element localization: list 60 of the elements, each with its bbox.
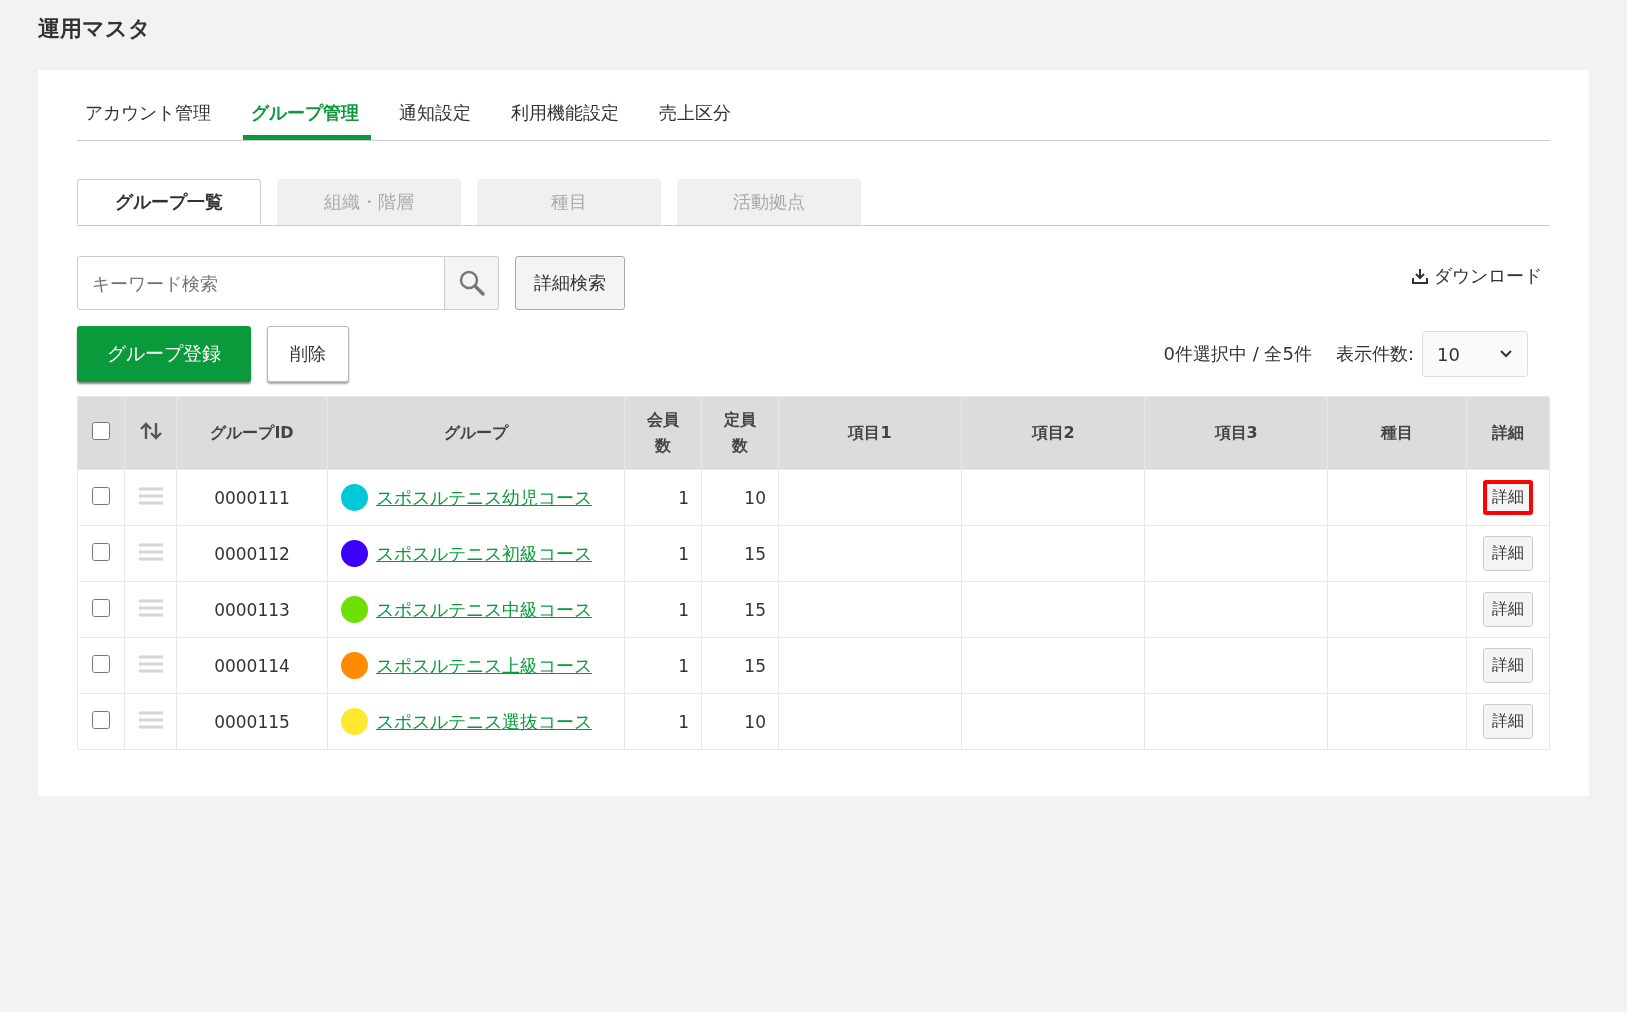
column-header: 種目 xyxy=(1381,422,1414,442)
search-field[interactable]: キーワード検索 xyxy=(77,256,445,310)
table-cell: 1 xyxy=(678,487,689,508)
tab[interactable]: 利用機能設定 xyxy=(503,70,631,140)
table-cell: 10 xyxy=(744,711,766,732)
table-cell: 1 xyxy=(678,711,689,732)
page-size-label: 表示件数: xyxy=(1335,342,1414,366)
page-size-select[interactable]: 10 xyxy=(1422,331,1528,377)
page-title: 運用マスタ xyxy=(38,15,152,43)
search-button[interactable] xyxy=(445,256,499,310)
sort-icon[interactable] xyxy=(138,421,163,441)
drag-handle-icon[interactable] xyxy=(138,710,163,729)
table-cell: 10 xyxy=(744,487,766,508)
drag-handle-icon[interactable] xyxy=(138,654,163,673)
column-header: 項目2 xyxy=(1031,422,1075,442)
tab[interactable]: 売上区分 xyxy=(651,70,743,140)
select-all-checkbox[interactable] xyxy=(92,422,110,440)
detail-button[interactable]: 詳細 xyxy=(1483,592,1533,627)
table-cell: 1 xyxy=(678,655,689,676)
row-checkbox[interactable] xyxy=(92,486,110,505)
detail-button[interactable]: 詳細 xyxy=(1483,536,1533,571)
table-cell: 0000112 xyxy=(214,543,290,564)
column-header: 定員数 xyxy=(723,409,757,457)
column-header: 項目3 xyxy=(1214,422,1258,442)
chevron-down-icon xyxy=(1499,349,1513,359)
table-cell: 15 xyxy=(744,655,766,676)
table-cell: 0000113 xyxy=(214,599,290,620)
drag-handle-icon[interactable] xyxy=(138,598,163,617)
row-checkbox[interactable] xyxy=(92,598,110,617)
detail-button[interactable]: 詳細 xyxy=(1483,704,1533,739)
sub-tab[interactable]: グループ一覧 xyxy=(77,179,261,225)
table-cell: 0000114 xyxy=(214,655,290,676)
tab[interactable]: グループ管理 xyxy=(243,70,371,140)
column-header: 項目1 xyxy=(848,422,892,442)
column-header: 会員数 xyxy=(646,409,680,457)
delete-button[interactable]: 削除 xyxy=(267,326,349,382)
table-cell: 1 xyxy=(678,543,689,564)
register-button[interactable]: グループ登録 xyxy=(77,326,251,382)
search-icon xyxy=(457,269,486,297)
detail-button[interactable]: 詳細 xyxy=(1483,480,1533,515)
table-cell: 15 xyxy=(744,543,766,564)
row-checkbox[interactable] xyxy=(92,542,110,561)
row-checkbox[interactable] xyxy=(92,654,110,673)
table-cell: 15 xyxy=(744,599,766,620)
table-cell: 1 xyxy=(678,599,689,620)
selection-status: 0件選択中 / 全5件 xyxy=(1163,342,1312,366)
drag-handle-icon[interactable] xyxy=(138,486,163,505)
column-header: グループID xyxy=(210,422,294,442)
table-cell: 0000111 xyxy=(214,487,290,508)
column-header: グループ xyxy=(444,422,508,442)
detail-button[interactable]: 詳細 xyxy=(1483,648,1533,683)
table-cell: 0000115 xyxy=(214,711,290,732)
tab[interactable]: 通知設定 xyxy=(391,70,483,140)
download-icon xyxy=(1412,268,1428,284)
column-header: 詳細 xyxy=(1492,422,1524,442)
row-checkbox[interactable] xyxy=(92,710,110,729)
advanced-search-button[interactable]: 詳細検索 xyxy=(515,256,625,310)
tab[interactable]: アカウント管理 xyxy=(77,70,223,140)
drag-handle-icon[interactable] xyxy=(138,542,163,561)
download-link[interactable]: ダウンロード xyxy=(1412,264,1542,288)
